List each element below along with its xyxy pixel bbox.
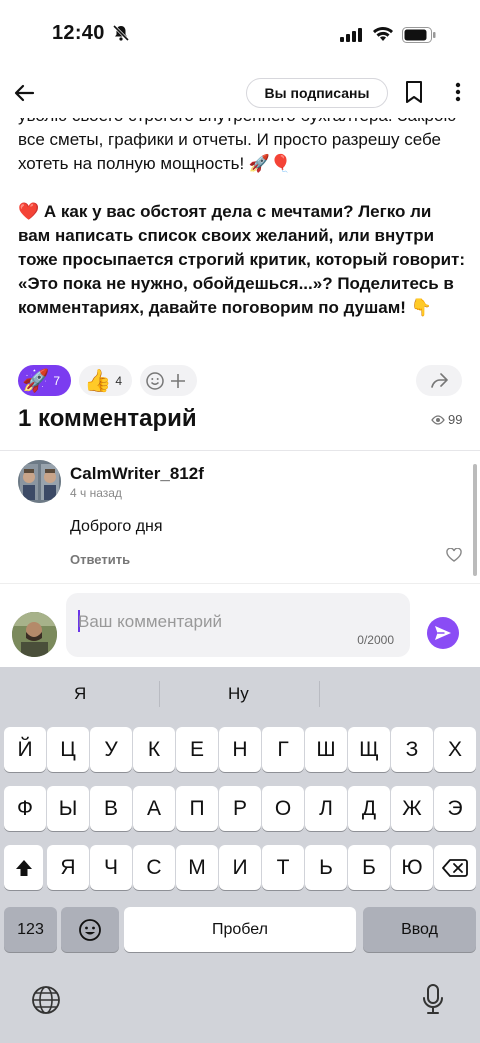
key[interactable]: П (176, 786, 218, 831)
suggestion-2[interactable]: Ну (228, 684, 249, 704)
send-icon (435, 626, 451, 640)
key[interactable]: Ю (391, 845, 433, 890)
key[interactable]: Х (434, 727, 476, 772)
key[interactable]: И (219, 845, 261, 890)
key[interactable]: Д (348, 786, 390, 831)
key[interactable]: Ц (47, 727, 89, 772)
post-body: уволю своего строгого внутреннего бухгал… (18, 104, 468, 344)
key[interactable]: Г (262, 727, 304, 772)
send-button[interactable] (427, 617, 459, 649)
backspace-key[interactable] (434, 845, 476, 890)
comment-item: CalmWriter_812f 4 ч назад Доброго дня От… (18, 460, 462, 570)
key[interactable]: Ш (305, 727, 347, 772)
back-arrow-icon[interactable] (12, 80, 38, 106)
backspace-icon (442, 858, 468, 877)
rocket-emoji-icon: 🚀 (22, 367, 50, 393)
key[interactable]: У (90, 727, 132, 772)
bell-muted-icon (112, 24, 130, 42)
globe-icon[interactable] (31, 985, 61, 1015)
key[interactable]: Э (434, 786, 476, 831)
divider (0, 450, 480, 451)
reaction-rocket[interactable]: 🚀 7 (18, 365, 71, 396)
status-bar: 12:40 (0, 0, 480, 70)
key[interactable]: З (391, 727, 433, 772)
key[interactable]: Ф (4, 786, 46, 831)
key[interactable]: О (262, 786, 304, 831)
key[interactable]: С (133, 845, 175, 890)
numbers-key[interactable]: 123 (4, 907, 57, 952)
smiley-plus-icon (146, 371, 185, 390)
share-button[interactable] (416, 365, 462, 396)
key[interactable]: Щ (348, 727, 390, 772)
reaction-count: 7 (53, 373, 61, 388)
key[interactable]: В (90, 786, 132, 831)
key[interactable]: Й (4, 727, 46, 772)
key[interactable]: Л (305, 786, 347, 831)
space-key[interactable]: Пробел (124, 907, 356, 952)
key[interactable]: Ь (305, 845, 347, 890)
key[interactable]: Р (219, 786, 261, 831)
key[interactable]: Н (219, 727, 261, 772)
scrollbar[interactable] (473, 464, 477, 576)
suggestion-divider (159, 681, 160, 707)
eye-icon (431, 414, 445, 425)
wifi-icon (373, 27, 393, 41)
status-time: 12:40 (52, 22, 105, 44)
thumbs-up-emoji-icon: 👍 (84, 367, 112, 393)
comments-count-title: 1 комментарий (18, 405, 197, 432)
subscribed-button[interactable]: Вы подписаны (246, 78, 388, 108)
shift-key[interactable] (4, 845, 43, 890)
reaction-count: 4 (115, 373, 123, 388)
comment-time: 4 ч назад (70, 486, 122, 500)
post-question: ❤️ А как у вас обстоят дела с мечтами? Л… (18, 202, 466, 317)
battery-icon (402, 27, 436, 43)
heart-icon[interactable] (446, 548, 462, 562)
comment-text: Доброго дня (70, 518, 163, 535)
comment-author[interactable]: CalmWriter_812f (70, 464, 204, 484)
keyboard: Я Ну Й Ц У К Е Н Г Ш Щ З Х Ф Ы В А П Р О… (0, 667, 480, 1043)
reply-button[interactable]: Ответить (70, 552, 130, 567)
comment-input-placeholder: Ваш комментарий (78, 612, 222, 631)
reaction-thumbs-up[interactable]: 👍 4 (79, 365, 132, 396)
cellular-signal-icon (340, 28, 362, 42)
key[interactable]: Б (348, 845, 390, 890)
key[interactable]: Е (176, 727, 218, 772)
add-reaction-button[interactable] (140, 365, 197, 396)
views-count: 99 (448, 412, 463, 427)
suggestion-1[interactable]: Я (74, 684, 86, 704)
suggestion-divider (319, 681, 320, 707)
more-vertical-icon[interactable] (450, 80, 466, 104)
emoji-face-icon (79, 918, 101, 941)
share-arrow-icon (431, 372, 448, 388)
shift-arrow-icon (15, 859, 32, 876)
key[interactable]: М (176, 845, 218, 890)
reactions-bar: 🚀 7 👍 4 (18, 365, 462, 396)
bookmark-icon[interactable] (404, 80, 424, 104)
key[interactable]: Т (262, 845, 304, 890)
key[interactable]: Ы (47, 786, 89, 831)
microphone-icon[interactable] (421, 983, 445, 1015)
comment-input[interactable]: Ваш комментарий 0/2000 (66, 593, 410, 657)
enter-key[interactable]: Ввод (363, 907, 476, 952)
comment-composer: Ваш комментарий 0/2000 (0, 583, 480, 667)
top-bar: Вы подписаны (0, 70, 480, 118)
char-counter: 0/2000 (357, 633, 394, 647)
key[interactable]: К (133, 727, 175, 772)
user-avatar[interactable] (12, 612, 57, 657)
commenter-avatar[interactable] (18, 460, 61, 503)
key[interactable]: Ж (391, 786, 433, 831)
emoji-key[interactable] (61, 907, 119, 952)
key[interactable]: А (133, 786, 175, 831)
suggestion-bar: Я Ну (0, 667, 480, 721)
views-counter: 99 (431, 412, 462, 427)
key[interactable]: Ч (90, 845, 132, 890)
key[interactable]: Я (47, 845, 89, 890)
